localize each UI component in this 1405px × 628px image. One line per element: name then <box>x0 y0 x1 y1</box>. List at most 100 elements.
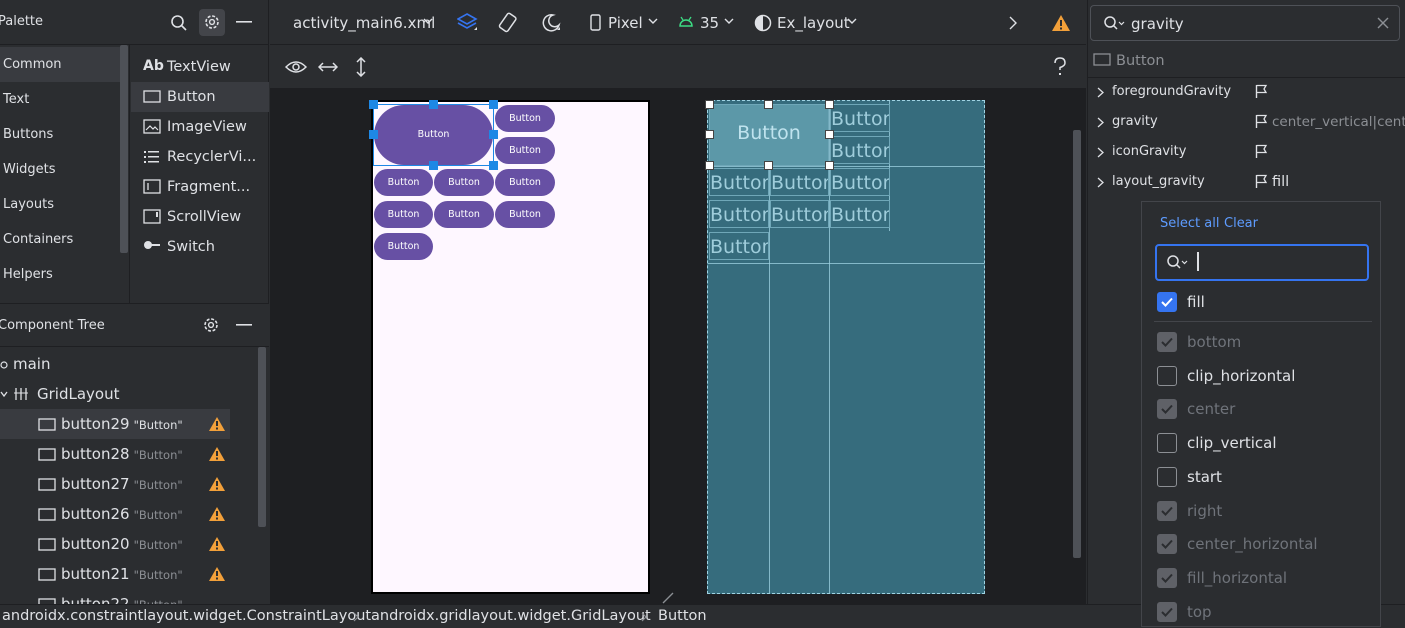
flag-checkbox[interactable] <box>1157 433 1177 453</box>
resize-handle[interactable] <box>369 130 378 139</box>
palette-item-imageview[interactable]: ImageView <box>131 112 269 142</box>
warning-icon[interactable] <box>208 476 226 492</box>
breadcrumb-button[interactable]: Button <box>658 605 707 628</box>
canvas-scrollbar[interactable] <box>1073 130 1081 558</box>
preview-button[interactable]: Button <box>495 137 555 164</box>
gear-icon[interactable] <box>202 316 220 334</box>
resize-handle[interactable] <box>489 130 498 139</box>
flag-checkbox[interactable] <box>1157 366 1177 386</box>
palette-category-common[interactable]: Common <box>0 47 120 82</box>
attribute-search-input[interactable]: gravity <box>1131 15 1184 33</box>
flag-checkbox[interactable] <box>1157 467 1177 487</box>
breadcrumb-gridlayout[interactable]: androidx.gridlayout.widget.GridLayout <box>371 605 651 628</box>
blueprint-button[interactable]: Button <box>830 136 890 164</box>
tree-row-button[interactable]: button29 "Button" <box>0 409 230 439</box>
palette-item-scrollview[interactable]: ScrollView <box>131 202 269 232</box>
palette-item-button[interactable]: Button <box>131 82 269 112</box>
tree-row-button[interactable]: button20 "Button" <box>0 529 230 559</box>
palette-category-scrollbar[interactable] <box>120 45 128 253</box>
attribute-value[interactable]: fill <box>1272 167 1405 197</box>
flag-search-field[interactable] <box>1155 244 1369 281</box>
palette-item-recyclerview[interactable]: RecyclerVi... <box>131 142 269 172</box>
blueprint-button[interactable]: Button <box>770 168 829 196</box>
resize-handle[interactable] <box>825 100 834 109</box>
blueprint-button[interactable]: Button <box>830 200 890 228</box>
flag-icon[interactable] <box>1255 174 1268 189</box>
preview-button[interactable]: Button <box>434 169 494 196</box>
palette-category-buttons[interactable]: Buttons <box>0 117 120 152</box>
minimize-icon[interactable] <box>236 324 252 327</box>
orientation-icon[interactable] <box>498 12 520 34</box>
blueprint-button[interactable]: Button <box>830 168 890 196</box>
palette-category-helpers[interactable]: Helpers <box>0 257 120 292</box>
attribute-value[interactable]: center_vertical|center <box>1272 107 1405 137</box>
flag-checkbox[interactable] <box>1157 292 1177 312</box>
vertical-resize-icon[interactable] <box>354 57 368 77</box>
night-mode-icon[interactable] <box>540 12 562 34</box>
tree-row-button[interactable]: button27 "Button" <box>0 469 230 499</box>
layers-icon[interactable] <box>457 12 479 34</box>
resize-handle[interactable] <box>764 100 773 109</box>
resize-handle[interactable] <box>489 100 498 109</box>
breadcrumb-constraintlayout[interactable]: androidx.constraintlayout.widget.Constra… <box>2 605 371 628</box>
clear-link[interactable]: Clear <box>1224 216 1258 231</box>
resize-handle[interactable] <box>825 130 834 139</box>
resize-handle[interactable] <box>705 100 714 109</box>
tree-row-button[interactable]: button26 "Button" <box>0 499 230 529</box>
api-level-dropdown[interactable]: 35 <box>700 13 719 33</box>
chevron-right-icon[interactable] <box>1097 117 1104 128</box>
warning-icon[interactable] <box>208 506 226 522</box>
device-dropdown[interactable]: Pixel <box>608 13 643 33</box>
attribute-row-layout_gravity[interactable]: layout_gravity fill <box>1087 167 1405 197</box>
palette-category-widgets[interactable]: Widgets <box>0 152 120 187</box>
palette-category-text[interactable]: Text <box>0 82 120 117</box>
warning-icon[interactable] <box>208 416 226 432</box>
theme-dropdown[interactable]: Ex_layout <box>777 13 850 33</box>
flag-icon[interactable] <box>1255 144 1268 159</box>
palette-item-fragment[interactable]: Fragment... <box>131 172 269 202</box>
help-icon[interactable] <box>1053 57 1067 77</box>
palette-item-textview[interactable]: Ab TextView <box>131 52 269 82</box>
chevron-right-icon[interactable] <box>1097 147 1104 158</box>
search-icon[interactable] <box>170 14 188 32</box>
preview-button[interactable]: Button <box>374 233 433 260</box>
chevron-down-icon[interactable] <box>0 390 8 398</box>
warning-icon[interactable] <box>1051 14 1071 32</box>
warning-icon[interactable] <box>208 446 226 462</box>
blueprint-button[interactable]: Button <box>770 200 829 228</box>
resize-handle[interactable] <box>429 161 438 170</box>
flag-option-clip-vertical[interactable]: clip_vertical <box>1156 428 1376 458</box>
chevron-right-icon[interactable] <box>1009 16 1017 30</box>
preview-button[interactable]: Button <box>434 201 494 228</box>
palette-category-containers[interactable]: Containers <box>0 222 120 257</box>
preview-button[interactable]: Button <box>495 105 555 132</box>
attribute-search-field[interactable]: gravity <box>1090 5 1400 41</box>
palette-item-switch[interactable]: Switch <box>131 232 269 262</box>
chevron-right-icon[interactable] <box>1097 177 1104 188</box>
blueprint-button[interactable]: Button <box>830 104 890 132</box>
minimize-icon[interactable] <box>236 21 252 24</box>
preview-button[interactable]: Button <box>495 201 555 228</box>
flag-option-clip-horizontal[interactable]: clip_horizontal <box>1156 361 1376 391</box>
blueprint-button-selected[interactable]: Button <box>709 104 829 166</box>
resize-handle[interactable] <box>429 100 438 109</box>
resize-grip-icon[interactable] <box>662 592 674 604</box>
flag-option-fill[interactable]: fill <box>1156 287 1376 317</box>
tree-row-button[interactable]: button22"Button" <box>0 589 230 604</box>
preview-button[interactable]: Button <box>374 201 433 228</box>
tree-row-button[interactable]: button21 "Button" <box>0 559 230 589</box>
attribute-row-icongravity[interactable]: iconGravity <box>1087 137 1405 167</box>
blueprint-button[interactable]: Button <box>709 200 769 228</box>
blueprint-button[interactable]: Button <box>709 168 769 196</box>
close-icon[interactable] <box>1377 17 1389 29</box>
resize-handle[interactable] <box>825 161 834 170</box>
eye-icon[interactable] <box>285 59 307 75</box>
warning-icon[interactable] <box>208 566 226 582</box>
flag-option-start[interactable]: start <box>1156 462 1376 492</box>
select-all-link[interactable]: Select all <box>1160 216 1219 231</box>
resize-handle[interactable] <box>489 161 498 170</box>
chevron-right-icon[interactable] <box>1097 87 1104 98</box>
tree-row-gridlayout[interactable]: GridLayout <box>0 379 230 409</box>
resize-handle[interactable] <box>705 161 714 170</box>
resize-handle[interactable] <box>764 161 773 170</box>
